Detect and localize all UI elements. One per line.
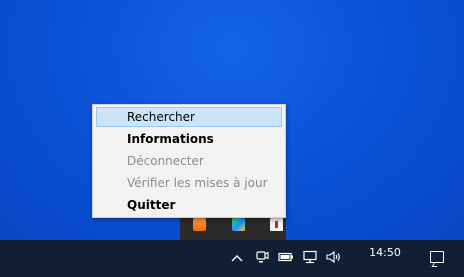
- tray-app-colorful-icon[interactable]: [232, 218, 245, 231]
- menu-item-quitter[interactable]: Quitter: [96, 195, 282, 215]
- clock-time: 14:50: [369, 246, 401, 259]
- speaker-icon[interactable]: [325, 250, 343, 264]
- menu-item-rechercher[interactable]: Rechercher: [96, 107, 282, 127]
- menu-item-deconnecter: Déconnecter: [127, 154, 204, 168]
- menu-item-verifier-mises-a-jour: Vérifier les mises à jour: [127, 176, 268, 190]
- tray-app-orange-icon[interactable]: [193, 218, 206, 231]
- taskbar-clock[interactable]: 14:50: [360, 246, 410, 259]
- context-menu: Rechercher Informations Déconnecter Véri…: [92, 104, 286, 218]
- notification-icon[interactable]: [430, 251, 444, 263]
- meet-now-icon[interactable]: [255, 250, 269, 264]
- tray-app-white-icon[interactable]: [270, 218, 283, 231]
- menu-item-informations[interactable]: Informations: [96, 129, 282, 149]
- network-icon[interactable]: [302, 250, 318, 264]
- battery-icon[interactable]: [278, 252, 294, 262]
- chevron-up-icon[interactable]: [231, 253, 243, 263]
